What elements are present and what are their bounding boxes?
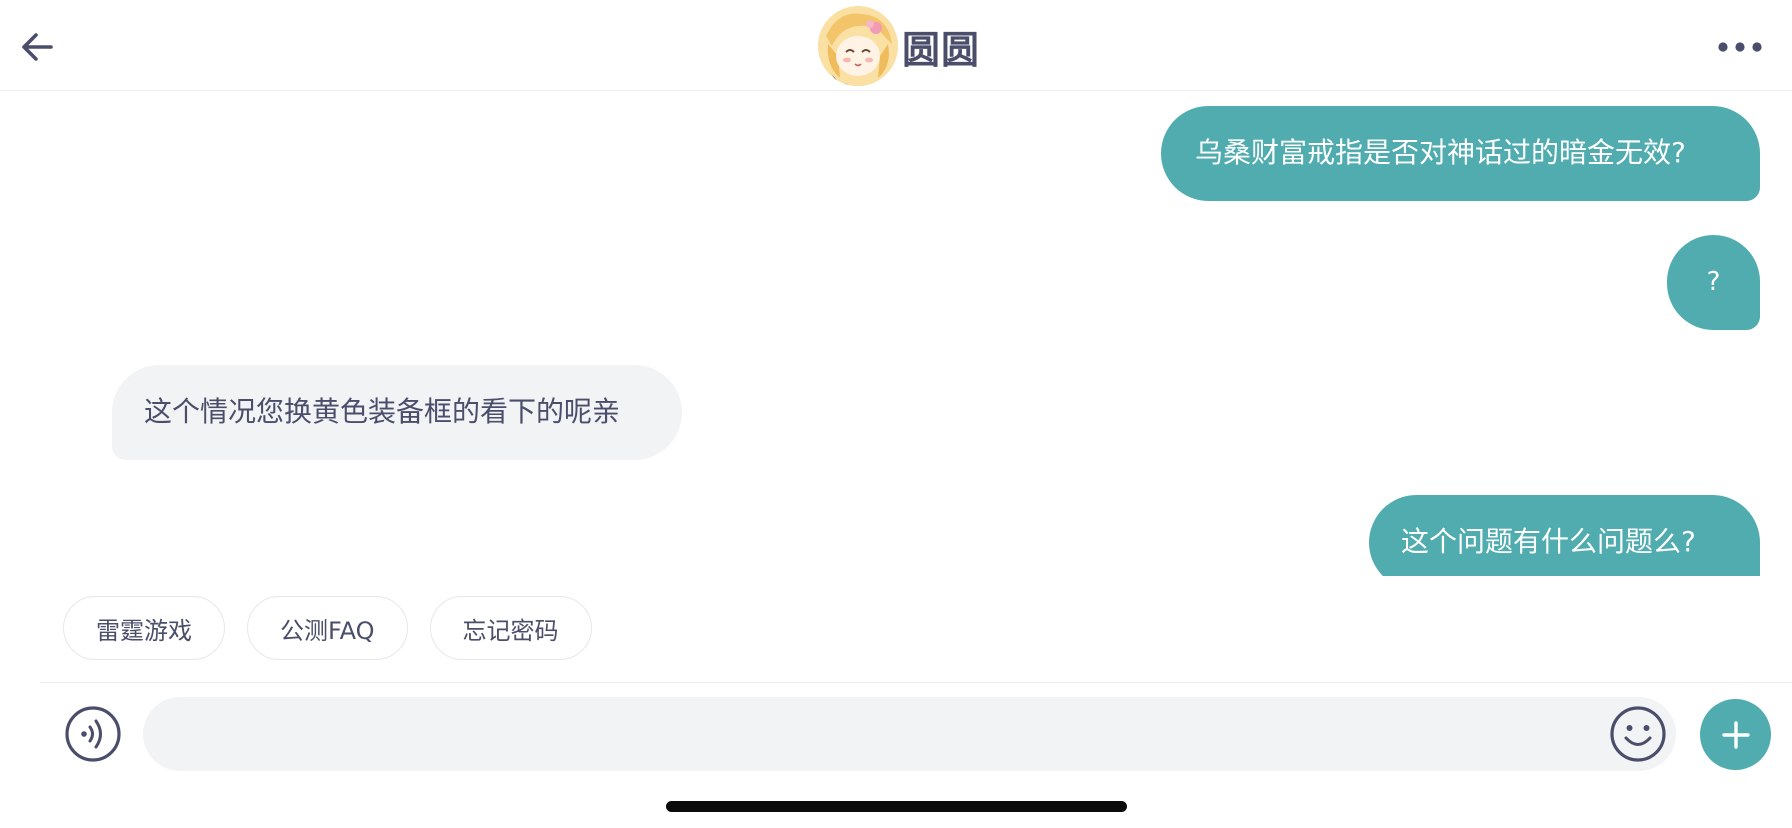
message-text: 这个问题有什么问题么? [1401,525,1696,559]
message-text: 乌桑财富戒指是否对神话过的暗金无效? [1195,136,1686,170]
smiley-icon [1610,706,1666,762]
message-input[interactable] [143,697,1676,771]
avatar[interactable] [818,6,898,86]
quick-reply-chip[interactable]: 雷霆游戏 [63,596,225,660]
message-bubble-outgoing[interactable]: 这个问题有什么问题么? [1369,495,1760,576]
quick-reply-chip[interactable]: 公测FAQ [247,596,408,660]
header: 圆圆 [0,0,1792,91]
ellipsis-icon [1718,42,1762,52]
divider [40,682,1792,683]
message-bubble-incoming[interactable]: 这个情况您换黄色装备框的看下的呢亲 [112,365,682,460]
plus-icon [1721,720,1750,749]
voice-icon [65,706,121,762]
chat-screen: 圆圆 乌桑财富戒指是否对神话过的暗金无效? ? 这个情况您换黄色装备框的看下的呢… [0,0,1792,828]
quick-reply-bar: 雷霆游戏 公测FAQ 忘记密码 [63,596,592,660]
chat-title: 圆圆 [818,6,980,86]
message-text: 这个情况您换黄色装备框的看下的呢亲 [144,395,621,429]
message-text: ? [1706,266,1721,297]
add-attachment-button[interactable] [1700,699,1771,770]
message-list[interactable]: 乌桑财富戒指是否对神话过的暗金无效? ? 这个情况您换黄色装备框的看下的呢亲 这… [0,92,1792,576]
voice-button[interactable] [64,705,122,763]
back-button[interactable] [14,24,60,70]
arrow-left-icon [22,33,53,61]
home-indicator [666,801,1127,812]
message-bubble-outgoing[interactable]: ? [1667,235,1760,330]
more-button[interactable] [1712,30,1768,64]
emoji-button[interactable] [1609,705,1667,763]
page-title: 圆圆 [902,27,981,72]
quick-reply-chip[interactable]: 忘记密码 [429,596,592,660]
message-bubble-outgoing[interactable]: 乌桑财富戒指是否对神话过的暗金无效? [1161,106,1760,201]
